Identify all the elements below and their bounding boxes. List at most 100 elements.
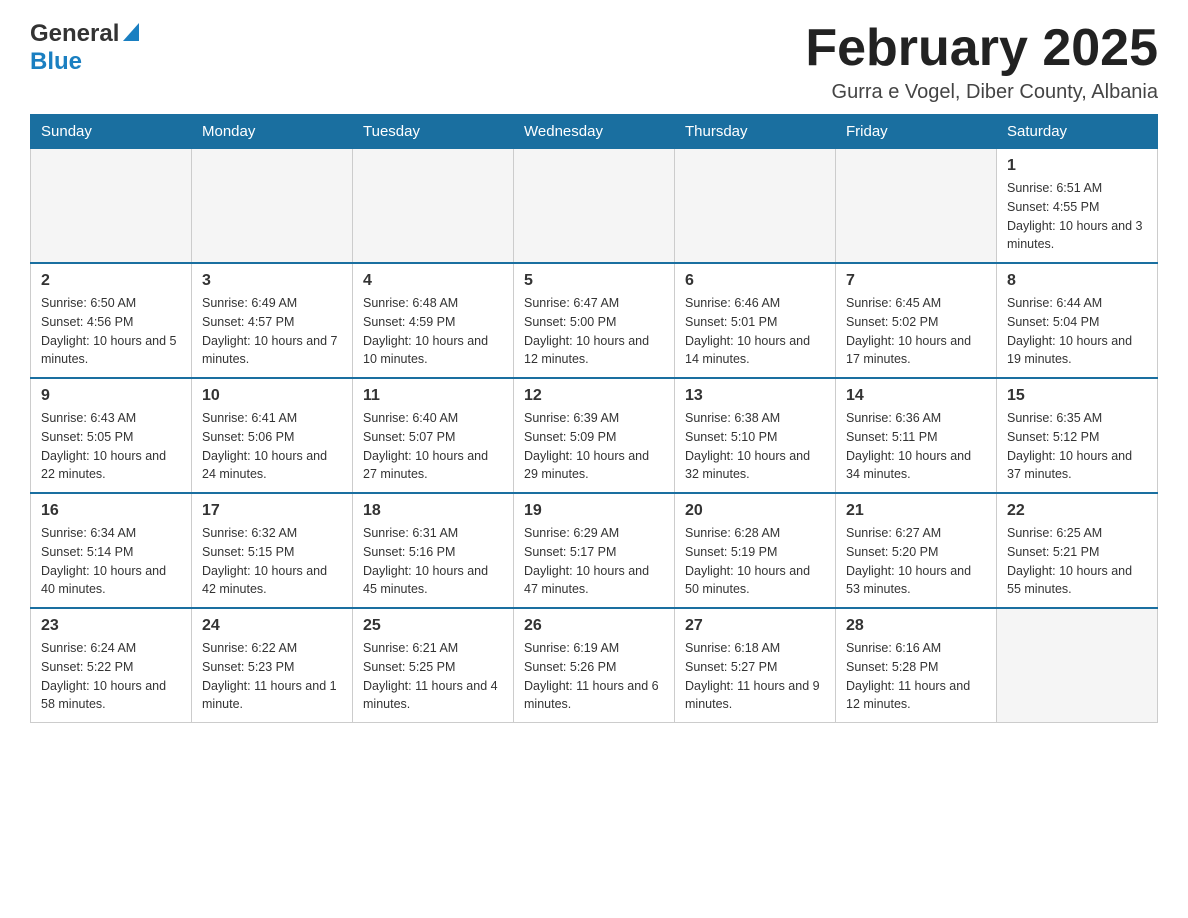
calendar-day-cell: 18 Sunrise: 6:31 AMSunset: 5:16 PMDayligh… [353, 493, 514, 608]
day-info: Sunrise: 6:44 AMSunset: 5:04 PMDaylight:… [1007, 294, 1147, 369]
day-info: Sunrise: 6:43 AMSunset: 5:05 PMDaylight:… [41, 409, 181, 484]
calendar-day-cell: 7 Sunrise: 6:45 AMSunset: 5:02 PMDaylight… [836, 263, 997, 378]
day-info: Sunrise: 6:36 AMSunset: 5:11 PMDaylight:… [846, 409, 986, 484]
calendar-day-cell: 11 Sunrise: 6:40 AMSunset: 5:07 PMDayligh… [353, 378, 514, 493]
day-number: 6 [685, 272, 825, 290]
weekday-header-sunday: Sunday [31, 115, 192, 149]
calendar-day-cell: 2 Sunrise: 6:50 AMSunset: 4:56 PMDaylight… [31, 263, 192, 378]
day-info: Sunrise: 6:41 AMSunset: 5:06 PMDaylight:… [202, 409, 342, 484]
calendar-day-cell: 3 Sunrise: 6:49 AMSunset: 4:57 PMDaylight… [192, 263, 353, 378]
calendar-day-cell: 6 Sunrise: 6:46 AMSunset: 5:01 PMDaylight… [675, 263, 836, 378]
calendar-day-cell: 15 Sunrise: 6:35 AMSunset: 5:12 PMDayligh… [997, 378, 1158, 493]
day-number: 18 [363, 502, 503, 520]
day-number: 9 [41, 387, 181, 405]
day-number: 1 [1007, 157, 1147, 175]
calendar-table: SundayMondayTuesdayWednesdayThursdayFrid… [30, 114, 1158, 723]
calendar-day-cell [31, 149, 192, 264]
calendar-day-cell [675, 149, 836, 264]
calendar-day-cell: 27 Sunrise: 6:18 AMSunset: 5:27 PMDayligh… [675, 608, 836, 723]
day-info: Sunrise: 6:34 AMSunset: 5:14 PMDaylight:… [41, 524, 181, 599]
calendar-day-cell: 16 Sunrise: 6:34 AMSunset: 5:14 PMDayligh… [31, 493, 192, 608]
calendar-day-cell [353, 149, 514, 264]
calendar-day-cell [997, 608, 1158, 723]
day-number: 22 [1007, 502, 1147, 520]
day-info: Sunrise: 6:28 AMSunset: 5:19 PMDaylight:… [685, 524, 825, 599]
calendar-day-cell: 9 Sunrise: 6:43 AMSunset: 5:05 PMDaylight… [31, 378, 192, 493]
calendar-day-cell: 17 Sunrise: 6:32 AMSunset: 5:15 PMDayligh… [192, 493, 353, 608]
day-number: 5 [524, 272, 664, 290]
weekday-header-monday: Monday [192, 115, 353, 149]
day-info: Sunrise: 6:39 AMSunset: 5:09 PMDaylight:… [524, 409, 664, 484]
calendar-day-cell: 26 Sunrise: 6:19 AMSunset: 5:26 PMDayligh… [514, 608, 675, 723]
page-header: General Blue February 2025 Gurra e Vogel… [30, 20, 1158, 104]
day-number: 27 [685, 617, 825, 635]
title-area: February 2025 Gurra e Vogel, Diber Count… [805, 20, 1158, 104]
day-number: 12 [524, 387, 664, 405]
day-info: Sunrise: 6:40 AMSunset: 5:07 PMDaylight:… [363, 409, 503, 484]
day-number: 20 [685, 502, 825, 520]
day-info: Sunrise: 6:18 AMSunset: 5:27 PMDaylight:… [685, 639, 825, 714]
day-number: 10 [202, 387, 342, 405]
day-number: 8 [1007, 272, 1147, 290]
calendar-day-cell: 28Sunrise: 6:16 AMSunset: 5:28 PMDayligh… [836, 608, 997, 723]
day-number: 3 [202, 272, 342, 290]
day-info: Sunrise: 6:38 AMSunset: 5:10 PMDaylight:… [685, 409, 825, 484]
day-number: 21 [846, 502, 986, 520]
day-info: Sunrise: 6:32 AMSunset: 5:15 PMDaylight:… [202, 524, 342, 599]
logo: General Blue [30, 20, 139, 76]
day-info: Sunrise: 6:31 AMSunset: 5:16 PMDaylight:… [363, 524, 503, 599]
day-number: 16 [41, 502, 181, 520]
calendar-day-cell: 14 Sunrise: 6:36 AMSunset: 5:11 PMDayligh… [836, 378, 997, 493]
calendar-day-cell [514, 149, 675, 264]
calendar-day-cell [192, 149, 353, 264]
day-number: 25 [363, 617, 503, 635]
calendar-day-cell: 12 Sunrise: 6:39 AMSunset: 5:09 PMDayligh… [514, 378, 675, 493]
logo-blue-text: Blue [30, 48, 82, 75]
day-info: Sunrise: 6:22 AMSunset: 5:23 PMDaylight:… [202, 639, 342, 714]
day-number: 4 [363, 272, 503, 290]
logo-triangle-icon [121, 23, 139, 46]
day-info: Sunrise: 6:24 AMSunset: 5:22 PMDaylight:… [41, 639, 181, 714]
calendar-week-row: 2 Sunrise: 6:50 AMSunset: 4:56 PMDaylight… [31, 263, 1158, 378]
month-year-title: February 2025 [805, 20, 1158, 77]
day-info: Sunrise: 6:46 AMSunset: 5:01 PMDaylight:… [685, 294, 825, 369]
calendar-header-row: SundayMondayTuesdayWednesdayThursdayFrid… [31, 115, 1158, 149]
day-info: Sunrise: 6:19 AMSunset: 5:26 PMDaylight:… [524, 639, 664, 714]
day-number: 15 [1007, 387, 1147, 405]
calendar-day-cell: 13Sunrise: 6:38 AMSunset: 5:10 PMDayligh… [675, 378, 836, 493]
calendar-day-cell: 4 Sunrise: 6:48 AMSunset: 4:59 PMDaylight… [353, 263, 514, 378]
calendar-day-cell: 21Sunrise: 6:27 AMSunset: 5:20 PMDayligh… [836, 493, 997, 608]
calendar-day-cell: 1 Sunrise: 6:51 AMSunset: 4:55 PMDaylight… [997, 149, 1158, 264]
day-number: 17 [202, 502, 342, 520]
calendar-day-cell: 20 Sunrise: 6:28 AMSunset: 5:19 PMDayligh… [675, 493, 836, 608]
calendar-day-cell: 8 Sunrise: 6:44 AMSunset: 5:04 PMDaylight… [997, 263, 1158, 378]
weekday-header-friday: Friday [836, 115, 997, 149]
day-number: 24 [202, 617, 342, 635]
day-info: Sunrise: 6:50 AMSunset: 4:56 PMDaylight:… [41, 294, 181, 369]
day-number: 2 [41, 272, 181, 290]
weekday-header-tuesday: Tuesday [353, 115, 514, 149]
calendar-day-cell: 24 Sunrise: 6:22 AMSunset: 5:23 PMDayligh… [192, 608, 353, 723]
day-info: Sunrise: 6:48 AMSunset: 4:59 PMDaylight:… [363, 294, 503, 369]
weekday-header-saturday: Saturday [997, 115, 1158, 149]
day-info: Sunrise: 6:25 AMSunset: 5:21 PMDaylight:… [1007, 524, 1147, 599]
calendar-week-row: 23 Sunrise: 6:24 AMSunset: 5:22 PMDayligh… [31, 608, 1158, 723]
day-number: 14 [846, 387, 986, 405]
day-info: Sunrise: 6:51 AMSunset: 4:55 PMDaylight:… [1007, 179, 1147, 254]
calendar-day-cell [836, 149, 997, 264]
day-number: 11 [363, 387, 503, 405]
weekday-header-thursday: Thursday [675, 115, 836, 149]
day-number: 23 [41, 617, 181, 635]
logo-general-text: General [30, 20, 119, 48]
calendar-week-row: 16 Sunrise: 6:34 AMSunset: 5:14 PMDayligh… [31, 493, 1158, 608]
day-number: 28 [846, 617, 986, 635]
day-info: Sunrise: 6:35 AMSunset: 5:12 PMDaylight:… [1007, 409, 1147, 484]
day-info: Sunrise: 6:49 AMSunset: 4:57 PMDaylight:… [202, 294, 342, 369]
day-number: 7 [846, 272, 986, 290]
day-info: Sunrise: 6:45 AMSunset: 5:02 PMDaylight:… [846, 294, 986, 369]
day-info: Sunrise: 6:47 AMSunset: 5:00 PMDaylight:… [524, 294, 664, 369]
day-number: 19 [524, 502, 664, 520]
day-info: Sunrise: 6:29 AMSunset: 5:17 PMDaylight:… [524, 524, 664, 599]
day-number: 26 [524, 617, 664, 635]
calendar-day-cell: 5 Sunrise: 6:47 AMSunset: 5:00 PMDaylight… [514, 263, 675, 378]
